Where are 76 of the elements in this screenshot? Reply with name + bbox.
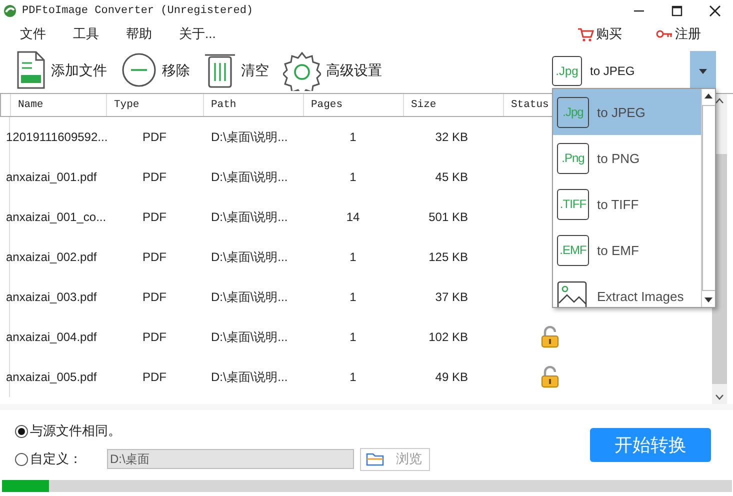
toolbar-button[interactable]: 清空 [204, 51, 269, 91]
folder-icon [366, 452, 384, 466]
menu-item[interactable]: 帮助 [126, 25, 152, 43]
scroll-down-icon [704, 297, 713, 303]
format-badge: .Png [557, 142, 589, 174]
table-cell-text: 1 [348, 130, 358, 144]
table-cell-text: PDF [142, 210, 168, 224]
column-header[interactable]: Path [204, 94, 304, 116]
radio-option[interactable]: 自定义： [15, 450, 107, 468]
table-cell-text: D:\桌面\说明... [210, 368, 289, 386]
menu-item[interactable]: 工具 [73, 25, 99, 43]
trash-icon [204, 51, 236, 91]
maximize-icon [671, 5, 683, 17]
table-cell-text: 1 [348, 290, 358, 304]
format-badge: .EMF [557, 234, 589, 266]
table-cell-text: D:\桌面\说明... [210, 248, 289, 266]
column-header[interactable]: Name [11, 94, 107, 116]
table-cell-text: 102 KB [428, 330, 469, 344]
table-cell-text: 37 KB [434, 290, 469, 304]
table-cell-text: 501 KB [428, 210, 469, 224]
dropdown-option[interactable]: .TIFF to TIFF [553, 181, 701, 227]
table-cell-text: 14 [345, 210, 361, 224]
table-cell-text: 1 [348, 170, 358, 184]
table-cell-text: PDF [142, 330, 168, 344]
dropdown-option[interactable]: .Jpg to JPEG [553, 89, 701, 135]
table-cell-text: 45 KB [434, 170, 469, 184]
close-icon [709, 5, 721, 17]
scroll-down-icon [715, 394, 724, 400]
format-badge: .TIFF [557, 188, 589, 220]
table-cell-text: 1 [348, 370, 358, 384]
table-cell-text: 1 [348, 330, 358, 344]
register-link[interactable]: 注册 [656, 25, 701, 43]
radio-option[interactable]: 与源文件相同。 [15, 422, 121, 440]
table-cell-text: 32 KB [434, 130, 469, 144]
table-cell-text: anxaizai_001_co... [5, 210, 106, 224]
table-cell-text: anxaizai_002.pdf [5, 250, 98, 264]
table-cell-text: PDF [142, 370, 168, 384]
dropdown-option[interactable]: .Png to PNG [553, 135, 701, 181]
table-cell-text: PDF [142, 290, 168, 304]
table-cell-text: anxaizai_003.pdf [5, 290, 98, 304]
table-cell-text: PDF [142, 170, 168, 184]
cart-icon [577, 26, 594, 42]
dropdown-option[interactable]: Extract Images [553, 273, 701, 307]
column-header[interactable]: Size [404, 94, 504, 116]
column-header[interactable]: Type [107, 94, 204, 116]
caret-icon [699, 68, 707, 74]
gear-icon [283, 51, 321, 91]
table-cell-text: anxaizai_001.pdf [5, 170, 98, 184]
menu-item[interactable]: 文件 [20, 25, 46, 43]
menu-item[interactable]: 关于... [179, 25, 216, 43]
table-cell-text: 125 KB [428, 250, 469, 264]
table-cell-text: anxaizai_005.pdf [5, 370, 98, 384]
toolbar-button[interactable]: 高级设置 [283, 51, 382, 91]
pdf-file-icon [16, 51, 46, 91]
buy-link[interactable]: 购买 [577, 25, 622, 43]
table-cell-text: D:\桌面\说明... [210, 328, 289, 346]
dropdown-option[interactable]: .EMF to EMF [553, 227, 701, 273]
format-dropdown[interactable]: .Jpg to JPEG [552, 51, 716, 91]
app-icon [3, 4, 17, 18]
toolbar-button[interactable]: 移除 [121, 51, 190, 91]
format-badge: .Jpg [557, 96, 589, 128]
format-badge: .Jpg [552, 56, 582, 86]
table-cell-text: 12019111609592... [5, 130, 106, 144]
table-cell-text: D:\桌面\说明... [210, 128, 289, 146]
toolbar-button[interactable]: 添加文件 [16, 51, 107, 91]
table-cell-text: PDF [142, 130, 168, 144]
scrollbar[interactable] [701, 89, 715, 307]
column-header[interactable]: Pages [304, 94, 404, 116]
window-title: PDFtoImage Converter (Unregistered) [22, 5, 254, 17]
table-cell-text: 49 KB [434, 370, 469, 384]
table-cell-text: D:\桌面\说明... [210, 168, 289, 186]
table-cell-text: 1 [348, 250, 358, 264]
table-cell-text: PDF [142, 250, 168, 264]
table-cell-text: D:\桌面\说明... [210, 208, 289, 226]
table-cell-text: anxaizai_004.pdf [5, 330, 98, 344]
table-cell-text: D:\桌面\说明... [210, 288, 289, 306]
